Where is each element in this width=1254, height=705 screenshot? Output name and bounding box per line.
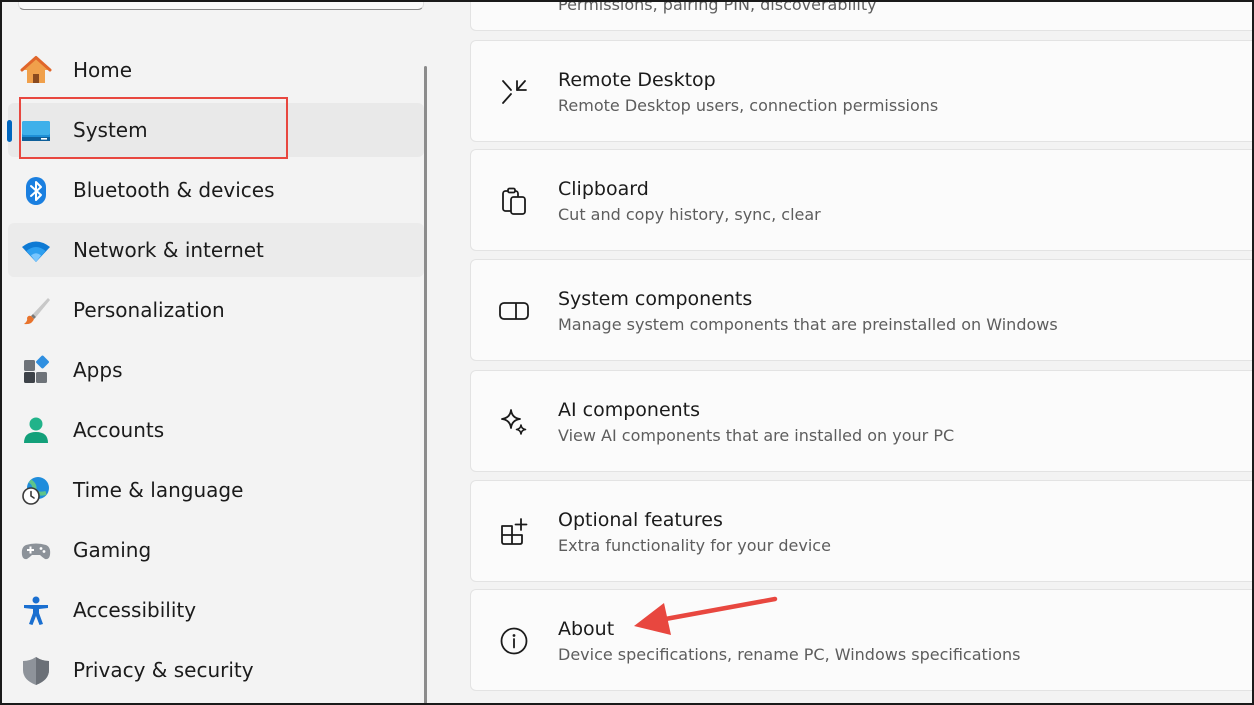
card-title: Remote Desktop: [558, 69, 716, 91]
apps-icon: [20, 355, 52, 387]
sidebar-item-accessibility[interactable]: Accessibility: [8, 583, 424, 637]
sidebar-item-label: Network & internet: [73, 238, 264, 262]
card-title: Clipboard: [558, 178, 649, 200]
sidebar-item-label: Apps: [73, 358, 123, 382]
sidebar-item-label: Accessibility: [73, 598, 197, 622]
globe-clock-icon: [20, 475, 52, 507]
card-subtitle: Device specifications, rename PC, Window…: [558, 645, 1021, 664]
sidebar-item-home[interactable]: Home: [8, 43, 424, 97]
settings-card-ai-components[interactable]: AI components View AI components that ar…: [470, 370, 1254, 472]
sidebar-item-label: Accounts: [73, 418, 165, 442]
settings-content: Permissions, pairing PIN, discoverabilit…: [470, 0, 1254, 705]
sidebar-item-personalization[interactable]: Personalization: [8, 283, 424, 337]
selection-indicator: [7, 120, 12, 142]
sidebar-scrollbar[interactable]: [424, 66, 427, 705]
sidebar-item-accounts[interactable]: Accounts: [8, 403, 424, 457]
settings-card-clipboard[interactable]: Clipboard Cut and copy history, sync, cl…: [470, 149, 1254, 251]
account-person-icon: [20, 415, 52, 447]
settings-card-remote-desktop[interactable]: Remote Desktop Remote Desktop users, con…: [470, 40, 1254, 142]
card-title: System components: [558, 288, 753, 310]
settings-sidebar: Home System Bluetooth & devices Network …: [0, 0, 432, 705]
card-title: About: [558, 618, 615, 640]
sparkle-icon: [497, 405, 531, 439]
sidebar-item-label: Bluetooth & devices: [73, 178, 275, 202]
card-subtitle: Extra functionality for your device: [558, 536, 831, 555]
settings-card-about[interactable]: About Device specifications, rename PC, …: [470, 589, 1254, 691]
info-icon: [497, 624, 531, 658]
sidebar-item-apps[interactable]: Apps: [8, 343, 424, 397]
sidebar-item-label: Gaming: [73, 538, 152, 562]
bluetooth-icon: [20, 175, 52, 207]
sidebar-item-label: Home: [73, 58, 133, 82]
sidebar-item-label: Personalization: [73, 298, 225, 322]
search-input[interactable]: [18, 0, 424, 10]
settings-card-optional-features[interactable]: Optional features Extra functionality fo…: [470, 480, 1254, 582]
home-icon: [20, 55, 52, 87]
sidebar-item-privacy-security[interactable]: Privacy & security: [8, 643, 424, 697]
accessibility-icon: [20, 595, 52, 627]
card-title: Optional features: [558, 509, 723, 531]
sidebar-item-label: System: [73, 118, 148, 142]
settings-card-system-components[interactable]: System components Manage system componen…: [470, 259, 1254, 361]
sidebar-item-system[interactable]: System: [8, 103, 424, 157]
card-title: AI components: [558, 399, 701, 421]
card-subtitle: Cut and copy history, sync, clear: [558, 205, 821, 224]
optional-features-icon: [497, 515, 531, 549]
system-monitor-icon: [20, 115, 52, 147]
sidebar-item-bluetooth-devices[interactable]: Bluetooth & devices: [8, 163, 424, 217]
sidebar-item-time-language[interactable]: Time & language: [8, 463, 424, 517]
card-subtitle: Permissions, pairing PIN, discoverabilit…: [558, 0, 877, 14]
shield-icon: [20, 655, 52, 687]
wifi-icon: [20, 235, 52, 267]
clipboard-icon: [497, 184, 531, 218]
remote-desktop-icon: [497, 75, 531, 109]
sidebar-item-gaming[interactable]: Gaming: [8, 523, 424, 577]
paintbrush-icon: [20, 295, 52, 327]
settings-card-cutoff[interactable]: Permissions, pairing PIN, discoverabilit…: [470, 0, 1254, 31]
card-subtitle: Remote Desktop users, connection permiss…: [558, 96, 939, 115]
card-subtitle: Manage system components that are preins…: [558, 315, 1058, 334]
system-components-icon: [497, 294, 531, 328]
sidebar-item-network-internet[interactable]: Network & internet: [8, 223, 424, 277]
sidebar-item-label: Privacy & security: [73, 658, 254, 682]
sidebar-item-label: Time & language: [73, 478, 244, 502]
card-subtitle: View AI components that are installed on…: [558, 426, 955, 445]
gamepad-icon: [20, 535, 52, 567]
